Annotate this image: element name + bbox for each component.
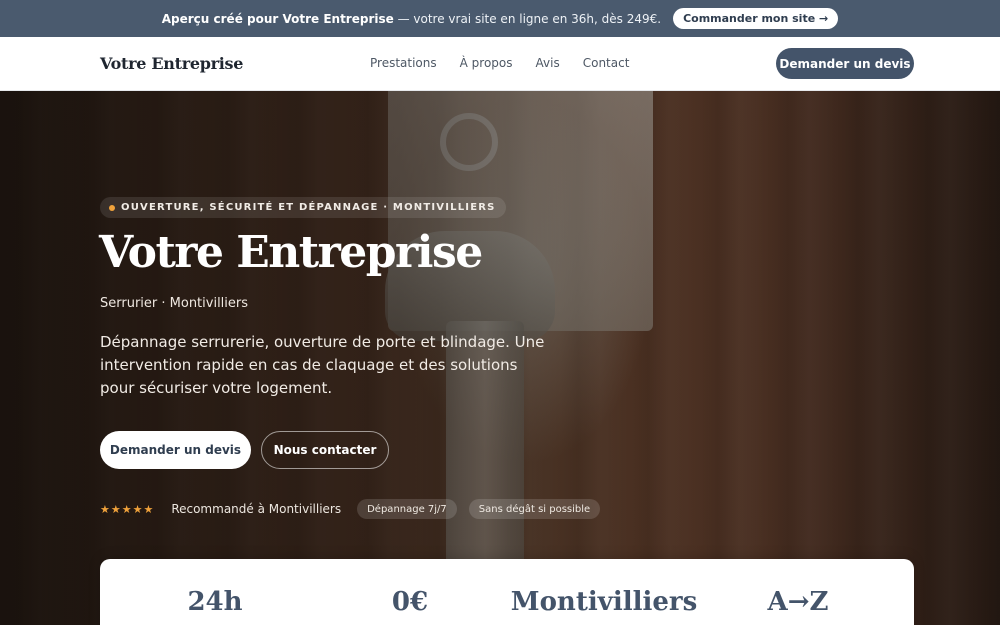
nav-link-about[interactable]: À propos [460, 56, 513, 70]
contact-button[interactable]: Nous contacter [261, 431, 389, 469]
header-quote-button[interactable]: Demander un devis [776, 48, 914, 79]
promo-text: Aperçu créé pour Votre Entreprise — votr… [162, 12, 661, 26]
hero-section: OUVERTURE, SÉCURITÉ ET DÉPANNAGE · MONTI… [0, 91, 1000, 625]
stat-scope: A→Z [767, 587, 829, 617]
hero-eyebrow: OUVERTURE, SÉCURITÉ ET DÉPANNAGE · MONTI… [100, 197, 506, 218]
star-rating-icon: ★★★★★ [100, 502, 155, 516]
stats-card: 24h 0€ Montivilliers A→Z [100, 559, 914, 625]
main-nav: Prestations À propos Avis Contact [370, 56, 629, 70]
eyebrow-text: OUVERTURE, SÉCURITÉ ET DÉPANNAGE · MONTI… [121, 202, 496, 213]
badge-sans-degat: Sans dégât si possible [468, 499, 601, 519]
hero-subtitle: Serrurier · Montivilliers [100, 296, 249, 311]
stat-price: 0€ [391, 587, 429, 617]
hero-description: Dépannage serrurerie, ouverture de porte… [100, 333, 545, 397]
eyebrow-dot-icon [109, 205, 115, 211]
badge-depannage: Dépannage 7j/7 [357, 499, 457, 519]
stat-response-time: 24h [187, 587, 243, 617]
nav-link-reviews[interactable]: Avis [536, 56, 560, 70]
hero-title: Votre Entreprise [99, 227, 483, 278]
trust-row: ★★★★★ Recommandé à Montivilliers Dépanna… [100, 498, 601, 520]
nav-link-prestations[interactable]: Prestations [370, 56, 437, 70]
promo-bar: Aperçu créé pour Votre Entreprise — votr… [0, 0, 1000, 37]
site-header: Votre Entreprise Prestations À propos Av… [0, 37, 1000, 91]
rating-text: Recommandé à Montivilliers [171, 502, 342, 516]
stat-location: Montivilliers [510, 587, 698, 617]
brand-logo[interactable]: Votre Entreprise [100, 54, 243, 73]
promo-offer: — votre vrai site en ligne en 36h, dès 2… [393, 11, 662, 26]
nav-link-contact[interactable]: Contact [583, 56, 630, 70]
promo-brand: Aperçu créé pour Votre Entreprise [161, 11, 394, 26]
quote-button[interactable]: Demander un devis [100, 431, 251, 469]
order-site-button[interactable]: Commander mon site → [673, 8, 839, 29]
